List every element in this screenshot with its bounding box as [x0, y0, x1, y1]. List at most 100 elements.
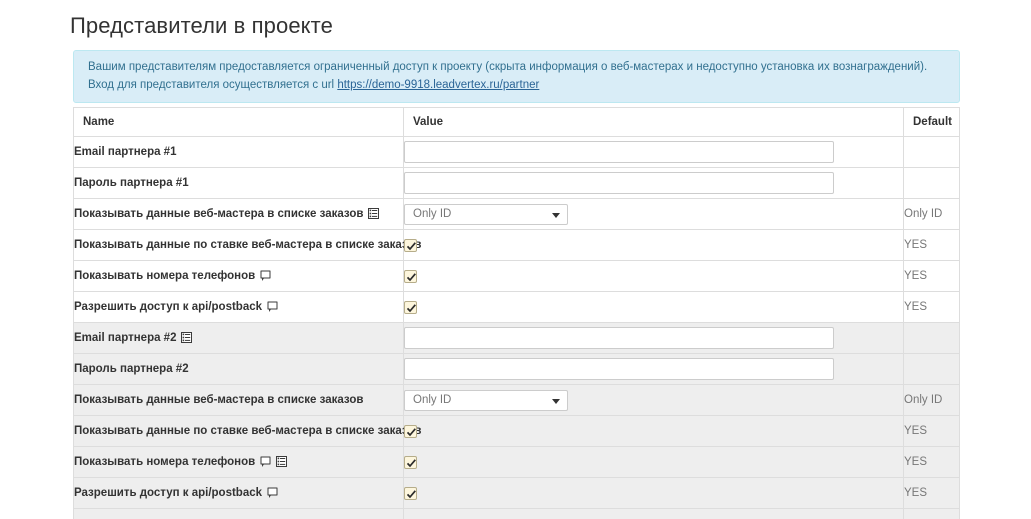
setting-value-cell [403, 353, 904, 385]
setting-text-input[interactable] [404, 358, 834, 380]
table-row: Показывать номера телефонов YES [73, 446, 960, 478]
setting-value-cell [403, 167, 904, 199]
setting-text-input[interactable] [404, 327, 834, 349]
list-icon[interactable] [181, 332, 193, 343]
setting-value-cell [403, 291, 904, 323]
setting-value-cell [403, 415, 904, 447]
alert-line-1: Вашим представителям предоставляется огр… [88, 61, 928, 73]
setting-name-cell: Показывать данные по ставке веб-мастера … [73, 229, 421, 261]
alert-line-2: Вход для представителя осуществляется с … [88, 76, 947, 94]
setting-checkbox[interactable] [404, 455, 417, 469]
setting-name-cell: Показывать данные веб-мастера в списке з… [73, 198, 404, 230]
setting-default-cell: Only ID [903, 198, 960, 230]
setting-default-cell: YES [903, 291, 960, 323]
table-row: Показывать номера телефонов YES [73, 260, 960, 292]
setting-value-cell [403, 446, 904, 478]
setting-default-cell: YES [903, 446, 960, 478]
alert-line-2-prefix: Вход для представителя осуществляется с … [88, 79, 338, 91]
column-header-default: Default [903, 107, 960, 137]
setting-name-cell: Пароль партнера #1 [73, 167, 404, 199]
setting-checkbox[interactable] [404, 300, 417, 314]
setting-label: Пароль партнера #2 [74, 363, 189, 375]
setting-label: Показывать данные по ставке веб-мастера … [74, 425, 422, 437]
table-row: Email партнера #1 [73, 136, 960, 168]
setting-label: Разрешить доступ к api/postback [74, 301, 263, 313]
table-row: Разрешить доступ к api/postback YES [73, 291, 960, 323]
settings-table: Name Value Default Email партнера #1 Паро… [73, 107, 960, 519]
list-icon[interactable] [276, 456, 288, 467]
setting-name-cell: Показывать данные по ставке веб-мастера … [73, 415, 421, 447]
setting-value-cell [403, 136, 904, 168]
setting-name-cell: Email партнера #1 [73, 136, 404, 168]
setting-checkbox[interactable] [404, 238, 417, 252]
setting-default-cell: YES [903, 229, 960, 261]
table-row: Разрешить доступ к api/postback YES [73, 477, 960, 509]
table-row: Пароль партнера #2 [73, 353, 960, 385]
setting-text-input[interactable] [404, 141, 834, 163]
info-alert: Вашим представителям предоставляется огр… [73, 50, 960, 103]
partner-login-url-link[interactable]: https://demo-9918.leadvertex.ru/partner [337, 79, 539, 91]
page-root: Представители в проекте Вашим представит… [0, 0, 1031, 519]
comment-icon[interactable] [267, 487, 278, 498]
setting-name-cell: Показывать номера телефонов [73, 446, 404, 478]
setting-name-cell: Email партнера #2 [73, 322, 404, 354]
setting-label: Разрешить доступ к api/postback [74, 487, 263, 499]
setting-name-cell: Пароль партнера #2 [73, 353, 404, 385]
table-row: Показывать данные по ставке веб-мастера … [73, 229, 960, 261]
table-header-row: Name Value Default [73, 107, 960, 137]
setting-name-cell: Показывать номера телефонов [73, 260, 404, 292]
chevron-down-icon [552, 398, 560, 404]
table-body: Email партнера #1 Пароль партнера #1 Показ… [73, 136, 960, 519]
setting-default-cell: YES [903, 477, 960, 509]
setting-label: Показывать данные веб-мастера в списке з… [74, 394, 364, 406]
setting-select[interactable]: Only ID [404, 203, 568, 225]
setting-value-cell: Only ID [403, 384, 904, 416]
setting-select-value: Only ID [413, 393, 452, 406]
setting-text-input[interactable] [404, 172, 834, 194]
setting-checkbox[interactable] [404, 424, 417, 438]
setting-default-cell [903, 136, 960, 168]
table-row: Показывать данные по ставке веб-мастера … [73, 415, 960, 447]
setting-name-cell [73, 508, 404, 519]
comment-icon[interactable] [267, 301, 278, 312]
setting-default-cell [903, 322, 960, 354]
setting-label: Показывать данные веб-мастера в списке з… [74, 208, 364, 220]
setting-value-cell [403, 508, 904, 519]
setting-default-cell: YES [903, 260, 960, 292]
setting-name-cell: Показывать данные веб-мастера в списке з… [73, 384, 404, 416]
setting-default-cell [903, 353, 960, 385]
setting-value-cell [403, 229, 904, 261]
setting-label: Показывать данные по ставке веб-мастера … [74, 239, 422, 251]
setting-default-cell [903, 167, 960, 199]
setting-select-value: Only ID [413, 207, 452, 220]
setting-value-cell [403, 477, 904, 509]
page-title: Представители в проекте [70, 13, 333, 38]
comment-icon[interactable] [260, 270, 271, 281]
table-row: Показывать данные веб-мастера в списке з… [73, 384, 960, 416]
column-header-value: Value [403, 107, 904, 137]
table-row [73, 508, 960, 519]
setting-name-cell: Разрешить доступ к api/postback [73, 477, 404, 509]
setting-default-cell: Only ID [903, 384, 960, 416]
chevron-down-icon [552, 212, 560, 218]
table-row: Показывать данные веб-мастера в списке з… [73, 198, 960, 230]
setting-default-cell: YES [903, 415, 960, 447]
setting-value-cell [403, 260, 904, 292]
setting-label: Email партнера #2 [74, 332, 177, 344]
setting-value-cell: Only ID [403, 198, 904, 230]
settings-table-container: Name Value Default Email партнера #1 Паро… [73, 107, 960, 519]
setting-select[interactable]: Only ID [404, 389, 568, 411]
setting-label: Email партнера #1 [74, 146, 177, 158]
setting-label: Показывать номера телефонов [74, 456, 256, 468]
setting-checkbox[interactable] [404, 486, 417, 500]
list-icon[interactable] [368, 208, 380, 219]
table-row: Email партнера #2 [73, 322, 960, 354]
setting-name-cell: Разрешить доступ к api/postback [73, 291, 404, 323]
setting-checkbox[interactable] [404, 269, 417, 283]
setting-default-cell [903, 508, 960, 519]
setting-value-cell [403, 322, 904, 354]
comment-icon[interactable] [260, 456, 271, 467]
setting-label: Пароль партнера #1 [74, 177, 189, 189]
table-head: Name Value Default [73, 107, 960, 137]
table-row: Пароль партнера #1 [73, 167, 960, 199]
